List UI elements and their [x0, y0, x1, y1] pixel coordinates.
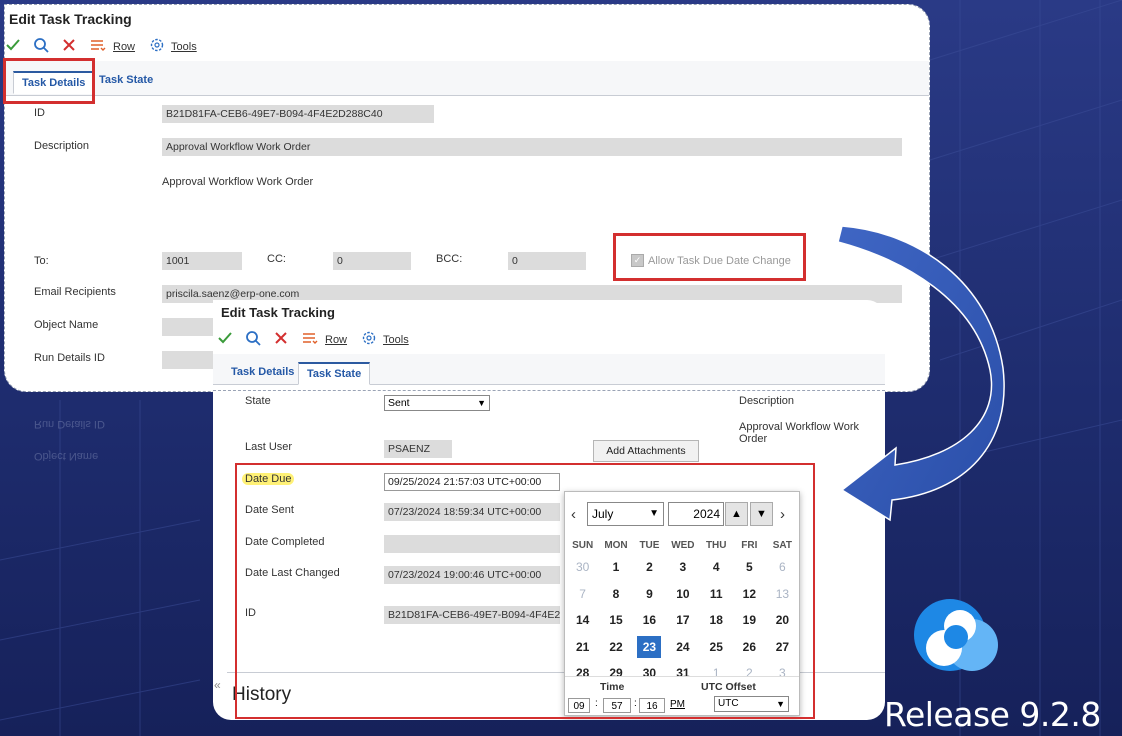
- date-section-highlight: [235, 463, 815, 719]
- last-user-field[interactable]: PSAENZ: [384, 440, 452, 458]
- search-icon[interactable]: [245, 330, 261, 349]
- last-user-label: Last User: [245, 441, 293, 453]
- id-label: ID: [34, 107, 45, 119]
- reflection-run-details: Run Details ID: [34, 418, 105, 430]
- object-name-label: Object Name: [34, 319, 99, 331]
- tab-task-state-2[interactable]: Task State: [298, 362, 371, 385]
- id-field[interactable]: B21D81FA-CEB6-49E7-B094-4F4E2D288C40: [162, 105, 434, 123]
- tools-menu-label[interactable]: Tools: [171, 41, 197, 53]
- bcc-field[interactable]: 0: [508, 252, 586, 270]
- search-icon[interactable]: [33, 37, 49, 56]
- row-menu-label-2[interactable]: Row: [325, 334, 347, 346]
- add-attachments-button[interactable]: Add Attachments: [593, 440, 699, 462]
- close-icon[interactable]: [61, 37, 77, 56]
- row-menu-label[interactable]: Row: [113, 41, 135, 53]
- collapse-icon[interactable]: «: [214, 678, 221, 692]
- toolbar: Row Tools: [5, 37, 197, 56]
- to-label: To:: [34, 255, 49, 267]
- task-tracking-window-state: Edit Task Tracking Row Tools Task Detail…: [213, 300, 885, 720]
- reflection-area: Run Details ID Object Name: [4, 394, 214, 474]
- to-field[interactable]: 1001: [162, 252, 242, 270]
- reflection-object-name: Object Name: [34, 450, 99, 462]
- company-logo: [914, 599, 998, 671]
- description-label-2: Description: [739, 395, 795, 407]
- tab-task-details-2[interactable]: Task Details: [231, 366, 294, 378]
- toolbar-2: Row Tools: [217, 330, 409, 349]
- state-label: State: [245, 395, 271, 407]
- task-details-tab-highlight: [3, 58, 95, 104]
- cc-label: CC:: [267, 253, 286, 265]
- tools-menu-label-2[interactable]: Tools: [383, 334, 409, 346]
- row-menu-icon[interactable]: [89, 37, 107, 56]
- check-icon[interactable]: [5, 37, 21, 56]
- description-value-2: Approval Workflow Work Order: [739, 421, 860, 445]
- gear-icon[interactable]: [149, 37, 165, 56]
- gear-icon[interactable]: [361, 330, 377, 349]
- check-icon[interactable]: [217, 330, 233, 349]
- description-label: Description: [34, 140, 90, 152]
- allow-change-label: Allow Task Due Date Change: [648, 254, 791, 267]
- bcc-label: BCC:: [436, 253, 463, 265]
- allow-change-checkbox[interactable]: ✓: [631, 254, 644, 267]
- window-title: Edit Task Tracking: [9, 11, 132, 27]
- description-text: Approval Workflow Work Order: [162, 176, 314, 188]
- row-menu-icon[interactable]: [301, 330, 319, 349]
- chevron-down-icon: ▼: [477, 398, 486, 408]
- cc-field[interactable]: 0: [333, 252, 411, 270]
- allow-change-checkbox-row[interactable]: ✓ Allow Task Due Date Change: [631, 254, 791, 267]
- run-details-label: Run Details ID: [34, 352, 105, 364]
- release-label: Release 9.2.8: [884, 695, 1101, 734]
- dashed-separator: [213, 390, 885, 391]
- close-icon[interactable]: [273, 330, 289, 349]
- window-title-2: Edit Task Tracking: [221, 305, 335, 320]
- description-field[interactable]: Approval Workflow Work Order: [162, 138, 902, 156]
- state-select[interactable]: Sent ▼: [384, 395, 490, 411]
- tab-task-state[interactable]: Task State: [99, 74, 153, 86]
- email-recipients-label: Email Recipients: [34, 286, 116, 298]
